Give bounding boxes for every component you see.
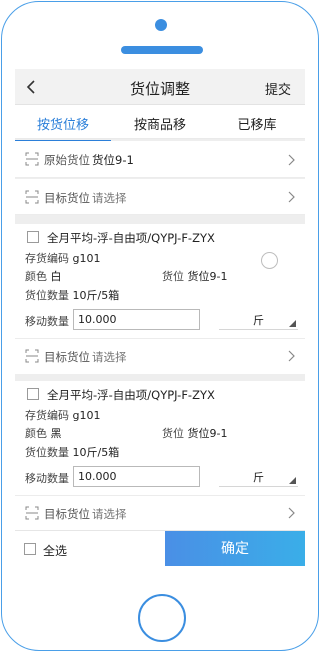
item-quantity: 货位数量 10斤/5箱 [25, 287, 119, 303]
item-target-placeholder: 请选择 [92, 507, 127, 521]
item-code-value: g101 [72, 252, 101, 265]
page-title: 货位调整 [129, 80, 190, 98]
target-location-row[interactable]: 目标货位 请选择 [15, 179, 305, 215]
tab-label: 已移库 [237, 118, 277, 133]
item-quantity-value: 10斤/5箱 [72, 446, 120, 459]
tab-label: 按货位移 [36, 118, 89, 133]
item-quantity-label: 货位数量 [25, 289, 69, 302]
item-target-location-row[interactable]: 目标货位 请选择 [15, 339, 305, 374]
item-location: 货位 货位9-1 [162, 425, 227, 441]
scan-icon[interactable] [25, 190, 39, 204]
item-target-label: 目标货位 [44, 350, 90, 364]
item-code-value: g101 [72, 409, 101, 422]
dropdown-triangle-icon [289, 320, 296, 327]
item-quantity-label: 货位数量 [25, 446, 69, 459]
scan-icon[interactable] [25, 152, 39, 166]
item-quantity-value: 10斤/5箱 [72, 289, 120, 302]
target-location-placeholder: 请选择 [92, 191, 127, 205]
camera-dot [155, 19, 167, 31]
item-title: 全月平均-浮-自由项/QYPJ-F-ZYX [47, 231, 215, 245]
tab-label: 按商品移 [133, 118, 186, 133]
item-card: 全月平均-浮-自由项/QYPJ-F-ZYX 存货编码 g101 颜色 黑 货位 … [15, 381, 305, 531]
item-target-label: 目标货位 [44, 507, 90, 521]
select-all-checkbox[interactable] [24, 543, 36, 555]
chevron-right-icon [288, 154, 295, 166]
item-location-label: 货位 [162, 427, 184, 440]
tab-moved[interactable]: 已移库 [209, 114, 305, 133]
speaker-slot [121, 46, 203, 54]
nav-bar: 货位调整 提交 [15, 69, 305, 105]
item-color: 颜色 黑 [25, 425, 62, 441]
chevron-right-icon [288, 507, 295, 519]
item-color-label: 颜色 [25, 427, 47, 440]
unit-select[interactable]: 斤 [219, 309, 298, 330]
unit-value: 斤 [253, 314, 264, 327]
confirm-button[interactable]: 确定 [165, 531, 305, 566]
chevron-right-icon [288, 350, 295, 362]
select-all-label[interactable]: 全选 [43, 542, 67, 559]
submit-button[interactable]: 提交 [265, 79, 291, 98]
item-location: 货位 货位9-1 [162, 268, 227, 284]
move-qty-label: 移动数量 [25, 315, 69, 328]
scan-icon[interactable] [25, 506, 39, 520]
item-code: 存货编码 g101 [25, 250, 100, 266]
chevron-right-icon [288, 191, 295, 203]
item-location-label: 货位 [162, 270, 184, 283]
source-location-label: 原始货位 [44, 153, 90, 167]
move-qty-label: 移动数量 [25, 472, 69, 485]
move-qty-input[interactable]: 10.000 [73, 466, 200, 487]
unit-value: 斤 [253, 471, 264, 484]
item-color-value: 黑 [50, 427, 62, 440]
scan-icon[interactable] [25, 349, 39, 363]
item-quantity: 货位数量 10斤/5箱 [25, 444, 119, 460]
item-radio[interactable] [261, 252, 278, 269]
source-location-value: 货位9-1 [92, 153, 134, 167]
item-checkbox[interactable] [27, 388, 39, 400]
item-target-placeholder: 请选择 [92, 350, 127, 364]
item-code: 存货编码 g101 [25, 407, 100, 423]
item-card: 全月平均-浮-自由项/QYPJ-F-ZYX 存货编码 g101 颜色 白 货位 … [15, 224, 305, 374]
target-location-label: 目标货位 [44, 191, 90, 205]
tab-bar: 按货位移 按商品移 已移库 [15, 105, 305, 142]
app-screen: 货位调整 提交 按货位移 按商品移 已移库 原始货位 货位9-1 目标货位 请选… [15, 69, 305, 566]
dropdown-triangle-icon [289, 477, 296, 484]
unit-select[interactable]: 斤 [219, 466, 298, 487]
item-title: 全月平均-浮-自由项/QYPJ-F-ZYX [47, 388, 215, 402]
item-location-value: 货位9-1 [187, 427, 228, 440]
item-location-value: 货位9-1 [187, 270, 228, 283]
source-location-row[interactable]: 原始货位 货位9-1 [15, 141, 305, 178]
tab-by-location[interactable]: 按货位移 [15, 114, 111, 142]
item-code-label: 存货编码 [25, 409, 69, 422]
bottom-action-bar: 全选 确定 [15, 530, 305, 566]
item-checkbox[interactable] [27, 231, 39, 243]
item-color-label: 颜色 [25, 270, 47, 283]
home-button[interactable] [138, 594, 186, 642]
move-qty-input[interactable]: 10.000 [73, 309, 200, 330]
item-color-value: 白 [50, 270, 62, 283]
item-color: 颜色 白 [25, 268, 62, 284]
item-code-label: 存货编码 [25, 252, 69, 265]
tab-by-product[interactable]: 按商品移 [112, 114, 208, 133]
item-target-location-row[interactable]: 目标货位 请选择 [15, 496, 305, 531]
